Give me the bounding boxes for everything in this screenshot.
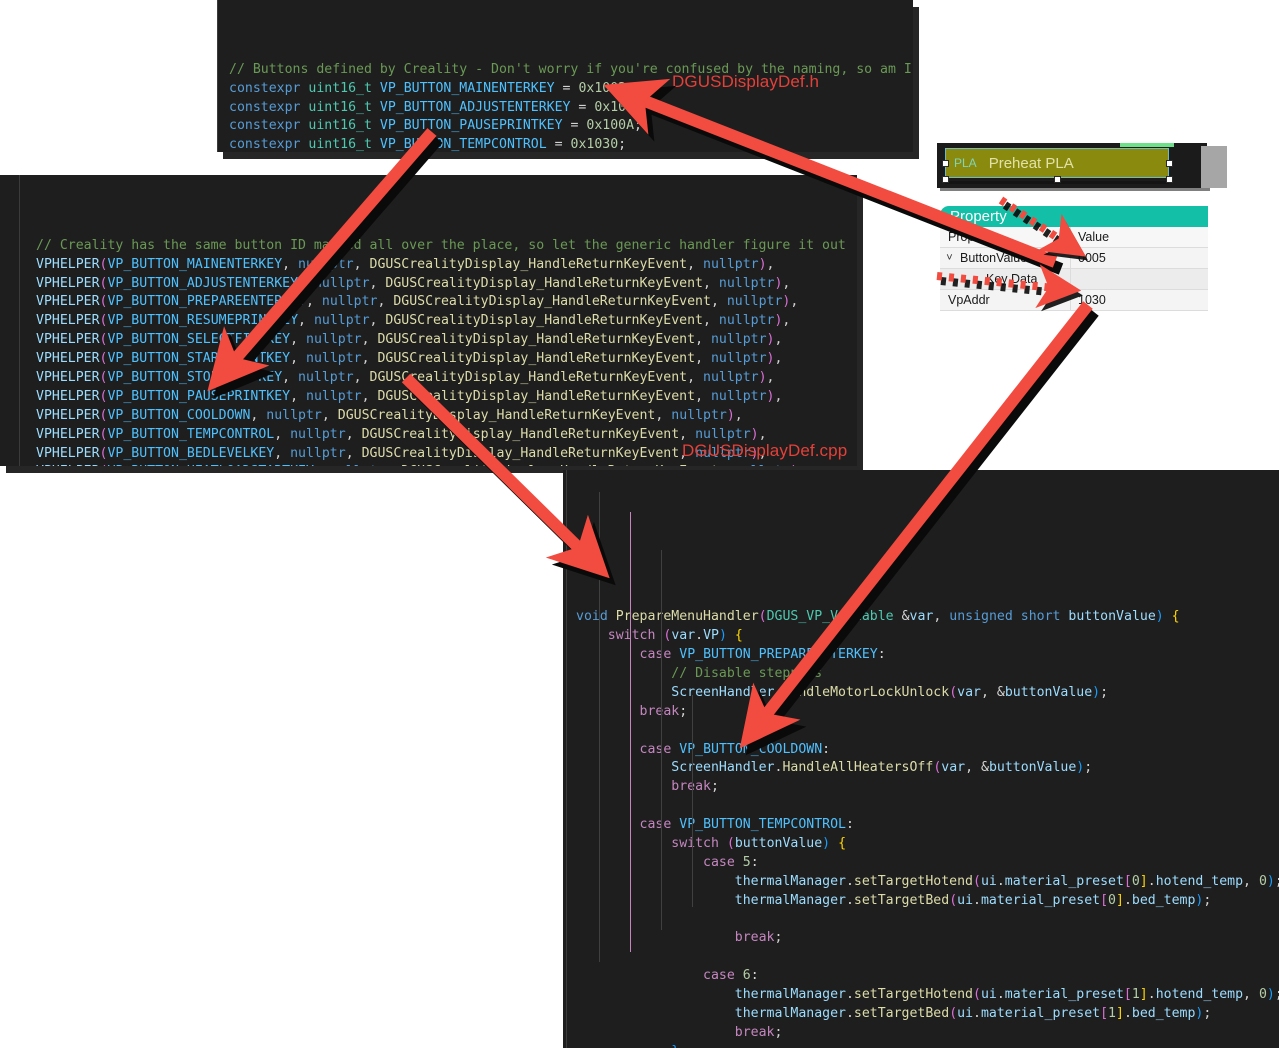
handler-line-18[interactable]: [576, 948, 1279, 967]
handler-line-11[interactable]: case VP_BUTTON_TEMPCONTROL:: [576, 816, 1279, 835]
vphelper-entry-vp-button-mainenterkey[interactable]: VPHELPER(VP_BUTTON_MAINENTERKEY, nullptr…: [36, 256, 857, 275]
selection-handle-s[interactable]: [1054, 176, 1061, 183]
green-marker-bar: [1120, 143, 1174, 147]
column-header-property: Property: [948, 230, 996, 244]
handler-line-8[interactable]: ScreenHandler.HandleAllHeatersOff(var, &…: [576, 759, 1279, 778]
code-line-h4[interactable]: constexpr uint16_t VP_BUTTON_TEMPCONTROL…: [223, 136, 913, 152]
code-line-h3[interactable]: constexpr uint16_t VP_BUTTON_PAUSEPRINTK…: [223, 117, 913, 136]
file-label-cpp: DGUSDisplayDef.cpp: [682, 441, 848, 460]
property-grid[interactable]: Property Value ˅ ButtonValue 0005 Key Data VpA…: [940, 227, 1208, 311]
column-header-value: Value: [1070, 227, 1208, 247]
handler-line-22[interactable]: break;: [576, 1024, 1279, 1043]
code-gutter: [217, 0, 218, 152]
handler-line-5[interactable]: break;: [576, 703, 1279, 722]
property-value[interactable]: 0005: [1070, 248, 1208, 268]
handler-line-1[interactable]: switch (var.VP) {: [576, 627, 1279, 646]
handler-code-lines: void PrepareMenuHandler(DGUS_VP_Variable…: [563, 608, 1279, 1048]
handler-line-20[interactable]: thermalManager.setTargetHotend(ui.materi…: [576, 986, 1279, 1005]
handler-line-15[interactable]: thermalManager.setTargetBed(ui.material_…: [576, 892, 1279, 911]
selection-handle-sw[interactable]: [942, 176, 949, 183]
chevron-down-icon[interactable]: ˅: [944, 252, 955, 264]
property-row-key-data[interactable]: Key Data: [940, 269, 1208, 290]
handler-line-16[interactable]: [576, 911, 1279, 930]
vphelper-entry-vp-button-resumeprintkey[interactable]: VPHELPER(VP_BUTTON_RESUMEPRINTKEY, nullp…: [36, 312, 857, 331]
property-name: VpAddr: [948, 293, 990, 307]
indent-guide: [692, 695, 693, 907]
vphelper-entry-vp-button-prepareenterkey[interactable]: VPHELPER(VP_BUTTON_PREPAREENTERKEY, null…: [36, 293, 857, 312]
handler-line-19[interactable]: case 6:: [576, 967, 1279, 986]
handler-line-13[interactable]: case 5:: [576, 854, 1279, 873]
vphelper-entry-vp-button-heatloadstartkey[interactable]: VPHELPER(VP_BUTTON_HEATLOADSTARTKEY, nul…: [36, 463, 857, 466]
vphelper-entry-vp-button-adjustenterkey[interactable]: VPHELPER(VP_BUTTON_ADJUSTENTERKEY, nullp…: [36, 275, 857, 294]
property-value[interactable]: [1070, 269, 1208, 289]
handler-line-6[interactable]: [576, 722, 1279, 741]
widget-prefix-label: PLA: [954, 156, 977, 170]
selection-handle-e[interactable]: [1166, 160, 1173, 167]
file-label-header: DGUSDisplayDef.h: [672, 72, 820, 91]
handler-line-2[interactable]: case VP_BUTTON_PREPAREENTERKEY:: [576, 646, 1279, 665]
vphelper-entry-vp-button-startprintkey[interactable]: VPHELPER(VP_BUTTON_STARTPRINTKEY, nullpt…: [36, 350, 857, 369]
widget-preheat-pla[interactable]: PLA Preheat PLA: [945, 148, 1169, 178]
designer-canvas[interactable]: PLA Preheat PLA: [937, 143, 1227, 188]
scrollbar-stub[interactable]: [1201, 146, 1227, 188]
handler-line-14[interactable]: thermalManager.setTargetHotend(ui.materi…: [576, 873, 1279, 892]
vphelper-entry-vp-button-selectfilekey[interactable]: VPHELPER(VP_BUTTON_SELECTFILEKEY, nullpt…: [36, 331, 857, 350]
indent-guide-active: [630, 512, 631, 952]
property-row-vpaddr[interactable]: VpAddr 1030: [940, 290, 1208, 311]
property-grid-header: Property Value: [940, 227, 1208, 248]
handler-line-17[interactable]: break;: [576, 929, 1279, 948]
handler-line-7[interactable]: case VP_BUTTON_COOLDOWN:: [576, 741, 1279, 760]
handler-line-10[interactable]: [576, 797, 1279, 816]
handler-line-3[interactable]: // Disable steppers: [576, 665, 1279, 684]
widget-main-label: Preheat PLA: [988, 154, 1074, 172]
vphelper-entry-vp-button-stopprintkey[interactable]: VPHELPER(VP_BUTTON_STOPPRINTKEY, nullptr…: [36, 369, 857, 388]
code-line-h2[interactable]: constexpr uint16_t VP_BUTTON_ADJUSTENTER…: [223, 99, 913, 118]
code-panel-handler[interactable]: void PrepareMenuHandler(DGUS_VP_Variable…: [563, 470, 1279, 1048]
property-panel[interactable]: Property Property Value ˅ ButtonValue 0005 Ke…: [940, 206, 1208, 313]
handler-line-12[interactable]: switch (buttonValue) {: [576, 835, 1279, 854]
property-row-buttonvalue[interactable]: ˅ ButtonValue 0005: [940, 248, 1208, 269]
property-name: Key Data: [986, 272, 1038, 286]
handler-line-9[interactable]: break;: [576, 778, 1279, 797]
handler-line-4[interactable]: ScreenHandler.HandleMotorLockUnlock(var,…: [576, 684, 1279, 703]
vphelper-entry-vp-button-cooldown[interactable]: VPHELPER(VP_BUTTON_COOLDOWN, nullptr, DG…: [36, 407, 857, 426]
selection-handle-w[interactable]: [942, 160, 949, 167]
handler-line-23[interactable]: }: [576, 1043, 1279, 1048]
code-line-comment[interactable]: // Creality has the same button ID mappe…: [36, 237, 857, 256]
property-value[interactable]: 1030: [1070, 290, 1208, 310]
handler-line-21[interactable]: thermalManager.setTargetBed(ui.material_…: [576, 1005, 1279, 1024]
code-gutter: [566, 470, 567, 1048]
indent-guide: [661, 550, 662, 930]
cpp-code-lines: // Creality has the same button ID mappe…: [0, 237, 857, 466]
code-panel-cpp-table[interactable]: // Creality has the same button ID mappe…: [0, 175, 857, 466]
annotated-code-diagram: // Buttons defined by Creality - Don't w…: [0, 0, 1279, 1048]
handler-line-0[interactable]: void PrepareMenuHandler(DGUS_VP_Variable…: [576, 608, 1279, 627]
property-name: ˅ ButtonValue: [940, 251, 1070, 265]
code-gutter: [19, 175, 20, 466]
indent-guide: [599, 492, 600, 962]
selection-handle-se[interactable]: [1166, 176, 1173, 183]
property-panel-title: Property: [940, 206, 1208, 227]
vphelper-entry-vp-button-pauseprintkey[interactable]: VPHELPER(VP_BUTTON_PAUSEPRINTKEY, nullpt…: [36, 388, 857, 407]
